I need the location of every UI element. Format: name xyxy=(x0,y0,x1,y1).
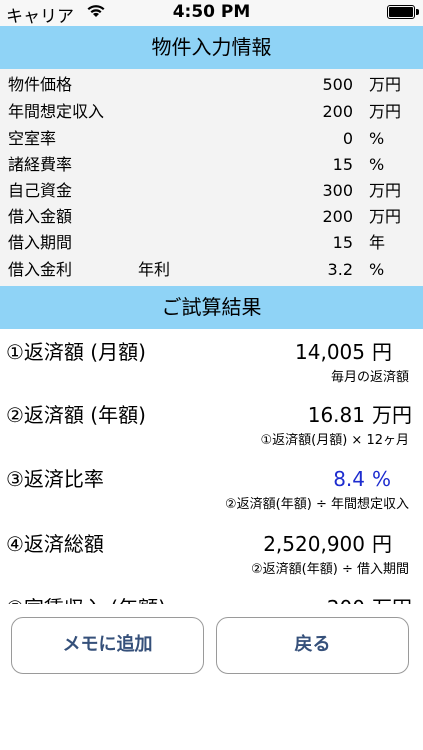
info-row: 借入金利 年利 3.2 % xyxy=(0,256,423,283)
info-unit: 年 xyxy=(369,233,386,252)
result-unit: 万円 xyxy=(372,593,412,604)
info-row: 空室率 0 % xyxy=(0,125,423,152)
info-label: 物件価格 xyxy=(8,75,73,94)
result-note: ①返済額(月額) × 12ヶ月 xyxy=(260,433,410,448)
result-item: ③返済比率 8.4 % ②返済額(年額) ÷ 年間想定収入 xyxy=(0,464,423,530)
results-list[interactable]: ①返済額 (月額) 14,005 円 毎月の返済額 ②返済額 (年額) 16.8… xyxy=(0,329,423,604)
result-value: 2,520,900 xyxy=(263,532,365,556)
info-label: 年間想定収入 xyxy=(8,102,105,121)
info-row: 物件価格 500 万円 xyxy=(0,71,423,98)
info-value: 300 xyxy=(322,181,353,200)
result-title: ④返済総額 xyxy=(6,532,104,556)
info-value: 200 xyxy=(322,102,353,121)
results-section-header: ご試算結果 xyxy=(0,286,423,329)
status-time: 4:50 PM xyxy=(172,2,251,22)
result-item: ②返済額 (年額) 16.81 万円 ①返済額(月額) × 12ヶ月 xyxy=(0,400,423,466)
info-sub-label: 年利 xyxy=(138,260,171,279)
info-unit: 万円 xyxy=(369,207,402,226)
result-item: ⑤家賃収入 (年額) 200 万円 xyxy=(0,593,423,604)
info-label: 諸経費率 xyxy=(8,155,73,174)
info-label: 借入期間 xyxy=(8,233,73,252)
info-unit: 万円 xyxy=(369,181,402,200)
info-unit: % xyxy=(369,155,385,174)
info-value: 0 xyxy=(342,129,353,148)
battery-icon xyxy=(387,5,419,19)
info-value: 15 xyxy=(332,233,353,252)
info-unit: 万円 xyxy=(369,75,402,94)
info-value: 200 xyxy=(322,207,353,226)
result-title: ①返済額 (月額) xyxy=(6,340,146,364)
info-value: 500 xyxy=(322,75,353,94)
result-item: ①返済額 (月額) 14,005 円 毎月の返済額 xyxy=(0,337,423,403)
info-label: 借入金額 xyxy=(8,207,73,226)
result-title: ②返済額 (年額) xyxy=(6,403,146,427)
info-row: 自己資金 300 万円 xyxy=(0,177,423,204)
result-value: 16.81 xyxy=(307,403,365,427)
result-item: ④返済総額 2,520,900 円 ②返済額(年額) ÷ 借入期間 xyxy=(0,529,423,595)
info-unit: % xyxy=(369,260,385,279)
result-unit: % xyxy=(372,467,392,491)
result-value: 200 xyxy=(327,593,365,604)
back-button[interactable]: 戻る xyxy=(216,617,409,674)
result-unit: 万円 xyxy=(372,403,412,427)
result-note: ②返済額(年額) ÷ 年間想定収入 xyxy=(225,497,409,512)
input-info-panel: 物件価格 500 万円 年間想定収入 200 万円 空室率 0 % 諸経費率 1… xyxy=(0,69,423,286)
result-unit: 円 xyxy=(372,340,392,364)
input-section-header: 物件入力情報 xyxy=(0,26,423,69)
info-row: 年間想定収入 200 万円 xyxy=(0,98,423,125)
info-value: 15 xyxy=(332,155,353,174)
add-memo-button[interactable]: メモに追加 xyxy=(11,617,204,674)
info-row: 借入期間 15 年 xyxy=(0,229,423,256)
info-row: 借入金額 200 万円 xyxy=(0,203,423,230)
info-label: 借入金利 xyxy=(8,260,73,279)
result-value: 8.4 xyxy=(333,467,365,491)
info-unit: 万円 xyxy=(369,102,402,121)
result-unit: 円 xyxy=(372,532,392,556)
status-bar: キャリア 4:50 PM xyxy=(0,0,423,27)
result-note: ②返済額(年額) ÷ 借入期間 xyxy=(251,562,409,577)
result-title: ③返済比率 xyxy=(6,467,104,491)
info-value: 3.2 xyxy=(327,260,353,279)
result-value: 14,005 xyxy=(295,340,365,364)
result-title: ⑤家賃収入 (年額) xyxy=(6,593,166,604)
result-note: 毎月の返済額 xyxy=(330,370,409,385)
info-unit: % xyxy=(369,129,385,148)
info-label: 自己資金 xyxy=(8,181,73,200)
info-row: 諸経費率 15 % xyxy=(0,151,423,178)
info-label: 空室率 xyxy=(8,129,57,148)
